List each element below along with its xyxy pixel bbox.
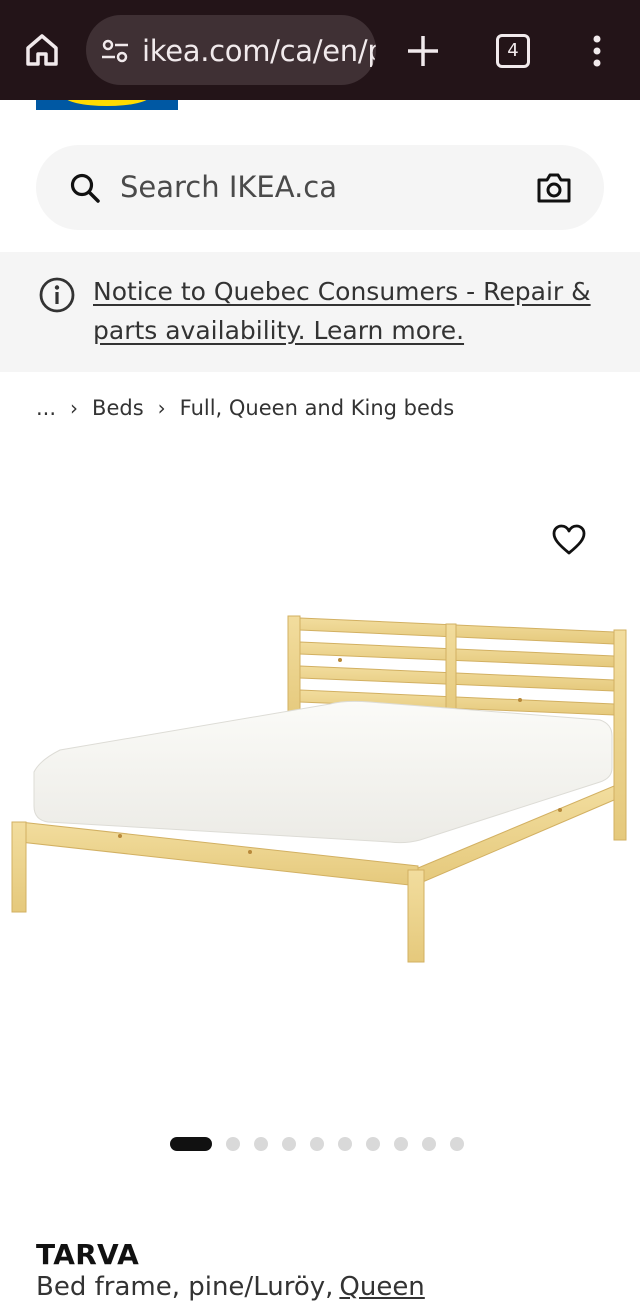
home-icon[interactable] [24, 32, 60, 68]
heart-icon[interactable] [552, 524, 586, 556]
site-settings-icon[interactable] [100, 37, 130, 65]
quebec-notice-link[interactable]: Notice to Quebec Consumers - Repair & pa… [93, 272, 593, 350]
product-description: Bed frame, pine/Luröy, Queen [36, 1272, 425, 1302]
breadcrumb-ellipsis[interactable]: ... [36, 396, 56, 420]
breadcrumb: ... › Beds › Full, Queen and King beds [36, 396, 454, 420]
camera-search-icon[interactable] [536, 171, 572, 205]
chevron-right-icon: › [70, 396, 79, 420]
url-text[interactable]: ikea.com/ca/en/p [142, 34, 376, 68]
search-bar[interactable] [36, 145, 604, 230]
carousel-dot[interactable] [394, 1137, 408, 1151]
image-carousel-indicator [170, 1137, 478, 1151]
carousel-dot[interactable] [422, 1137, 436, 1151]
new-tab-icon[interactable] [404, 32, 442, 70]
breadcrumb-item-beds[interactable]: Beds [92, 396, 144, 420]
product-size-link[interactable]: Queen [339, 1272, 424, 1302]
carousel-dot-active[interactable] [170, 1137, 212, 1151]
tab-switcher-button[interactable]: 4 [496, 34, 530, 68]
product-image[interactable] [0, 600, 640, 970]
product-description-text: Bed frame, pine/Luröy, [36, 1272, 334, 1302]
notice-banner: Notice to Quebec Consumers - Repair & pa… [0, 252, 640, 372]
carousel-dot[interactable] [226, 1137, 240, 1151]
overflow-menu-icon[interactable] [590, 34, 604, 68]
breadcrumb-item-full-queen-king-beds[interactable]: Full, Queen and King beds [180, 396, 455, 420]
chevron-right-icon: › [157, 396, 166, 420]
carousel-dot[interactable] [282, 1137, 296, 1151]
product-name: TARVA [36, 1238, 140, 1271]
carousel-dot[interactable] [254, 1137, 268, 1151]
address-bar[interactable]: ikea.com/ca/en/p [86, 15, 376, 85]
search-input[interactable] [120, 163, 500, 211]
carousel-dot[interactable] [366, 1137, 380, 1151]
carousel-dot[interactable] [338, 1137, 352, 1151]
ikea-logo[interactable] [36, 100, 178, 110]
carousel-dot[interactable] [450, 1137, 464, 1151]
search-icon [70, 173, 100, 203]
carousel-dot[interactable] [310, 1137, 324, 1151]
browser-toolbar: ikea.com/ca/en/p 4 [0, 0, 640, 100]
info-icon [39, 277, 75, 313]
